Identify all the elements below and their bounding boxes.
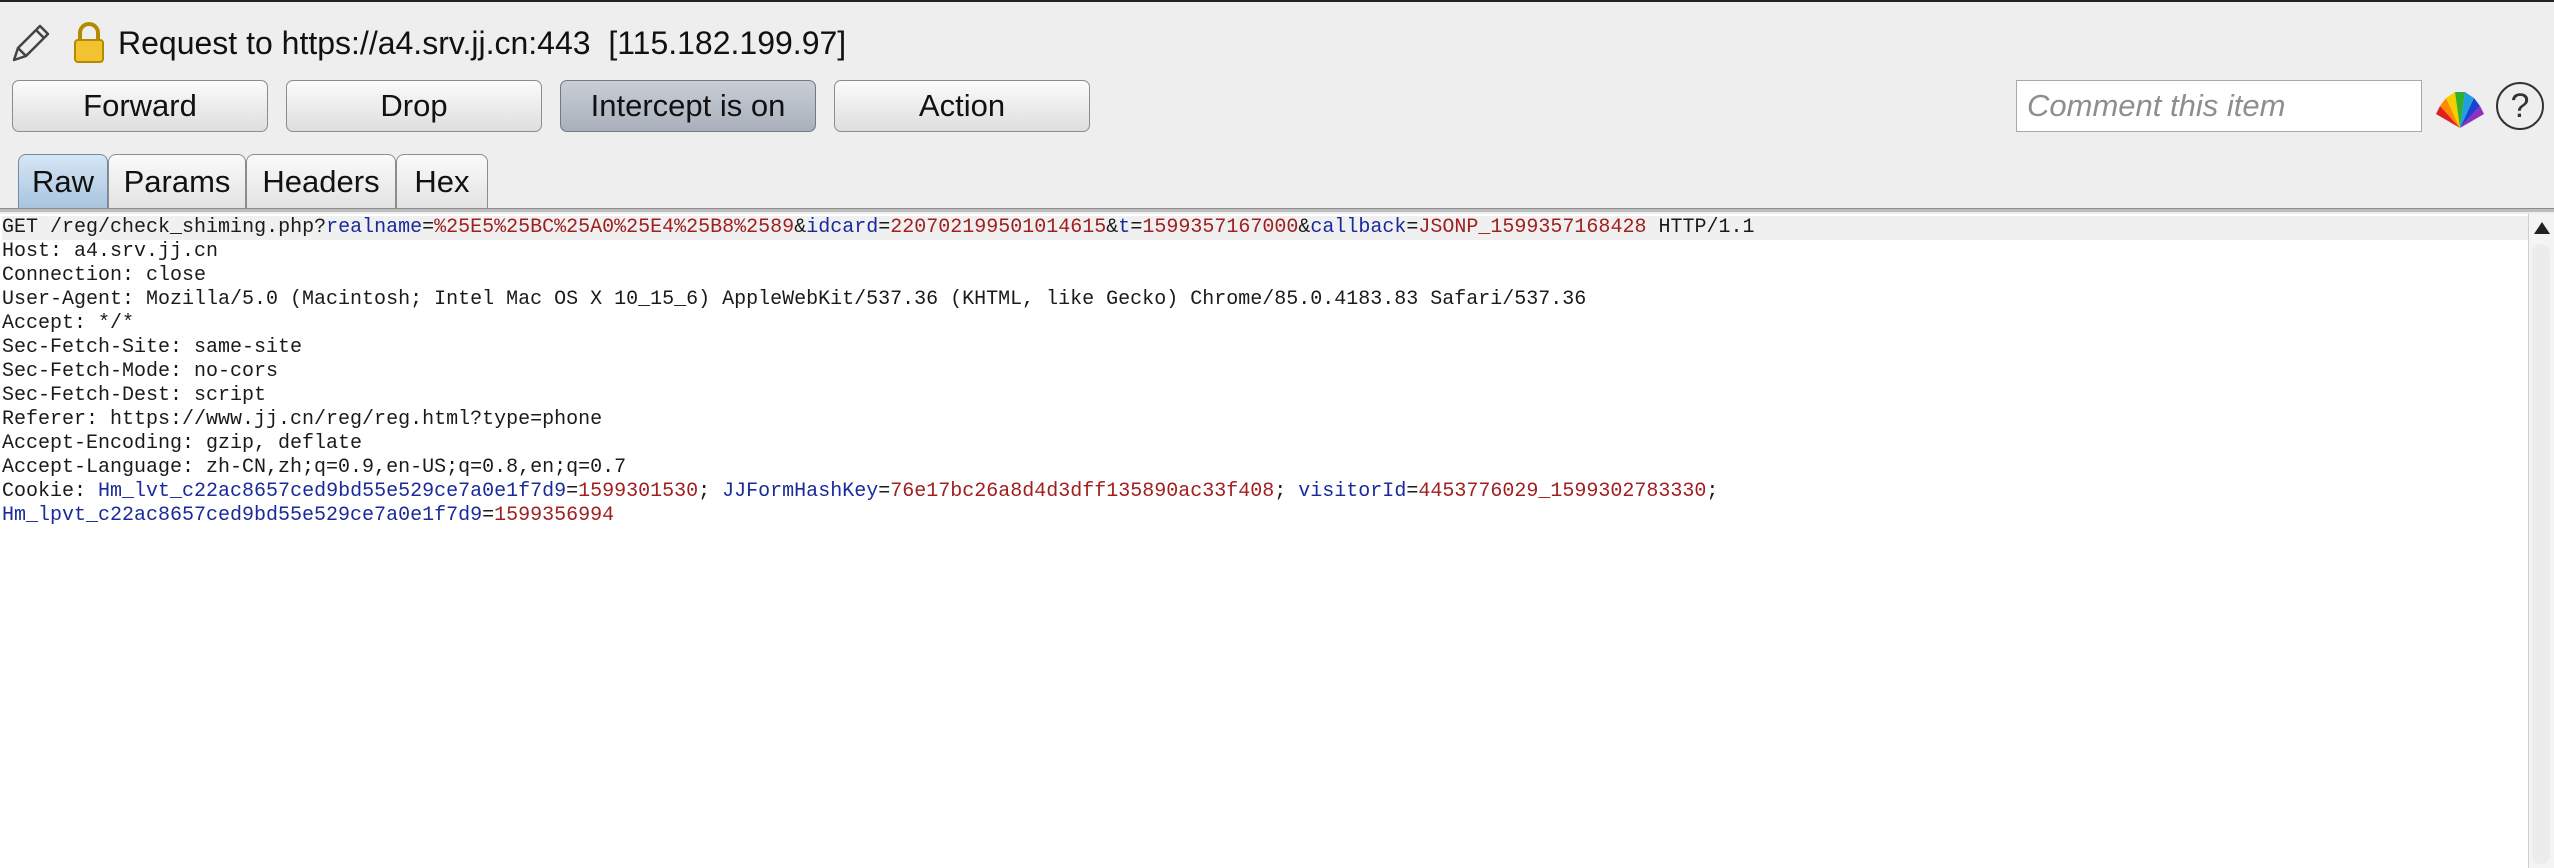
tab-divider: [0, 208, 2554, 212]
header-line: Referer: https://www.jj.cn/reg/reg.html?…: [2, 408, 603, 431]
color-fan-icon[interactable]: [2434, 82, 2486, 132]
tab-params[interactable]: Params: [108, 154, 246, 208]
header-line: Sec-Fetch-Mode: no-cors: [2, 360, 279, 383]
cookie-line: Cookie: Hm_lvt_c22ac8657ced9bd55e529ce7a…: [2, 480, 1719, 503]
header-line: Sec-Fetch-Dest: script: [2, 384, 267, 407]
header-line: Sec-Fetch-Site: same-site: [2, 336, 303, 359]
intercept-toggle-button[interactable]: Intercept is on: [560, 80, 816, 132]
editor-scrollbar[interactable]: [2528, 214, 2554, 868]
cookie-line-continued: Hm_lpvt_c22ac8657ced9bd55e529ce7a0e1f7d9…: [2, 504, 615, 527]
pencil-icon[interactable]: [8, 20, 54, 66]
scroll-up-arrow-icon[interactable]: [2534, 222, 2550, 234]
tab-headers[interactable]: Headers: [246, 154, 396, 208]
request-line: GET /reg/check_shiming.php?realname=%25E…: [2, 216, 2528, 240]
request-title: Request to https://a4.srv.jj.cn:443 [115…: [118, 24, 847, 61]
header-line: Connection: close: [2, 264, 207, 287]
lock-icon: [74, 22, 104, 63]
header-line: User-Agent: Mozilla/5.0 (Macintosh; Inte…: [2, 288, 1587, 311]
header-line: Host: a4.srv.jj.cn: [2, 240, 219, 263]
header-line: Accept-Language: zh-CN,zh;q=0.9,en-US;q=…: [2, 456, 627, 479]
window-title-bar: Request to https://a4.srv.jj.cn:443 [115…: [0, 16, 1200, 70]
scrollbar-thumb[interactable]: [2532, 244, 2550, 864]
header-line: Accept: */*: [2, 312, 135, 335]
forward-button[interactable]: Forward: [12, 80, 268, 132]
raw-request-editor[interactable]: GET /reg/check_shiming.php?realname=%25E…: [0, 214, 2528, 868]
tab-hex[interactable]: Hex: [396, 154, 488, 208]
tab-raw[interactable]: Raw: [18, 154, 108, 208]
action-button[interactable]: Action: [834, 80, 1090, 132]
drop-button[interactable]: Drop: [286, 80, 542, 132]
help-button[interactable]: ?: [2496, 82, 2544, 130]
header-line: Accept-Encoding: gzip, deflate: [2, 432, 363, 455]
comment-input[interactable]: [2016, 80, 2422, 132]
